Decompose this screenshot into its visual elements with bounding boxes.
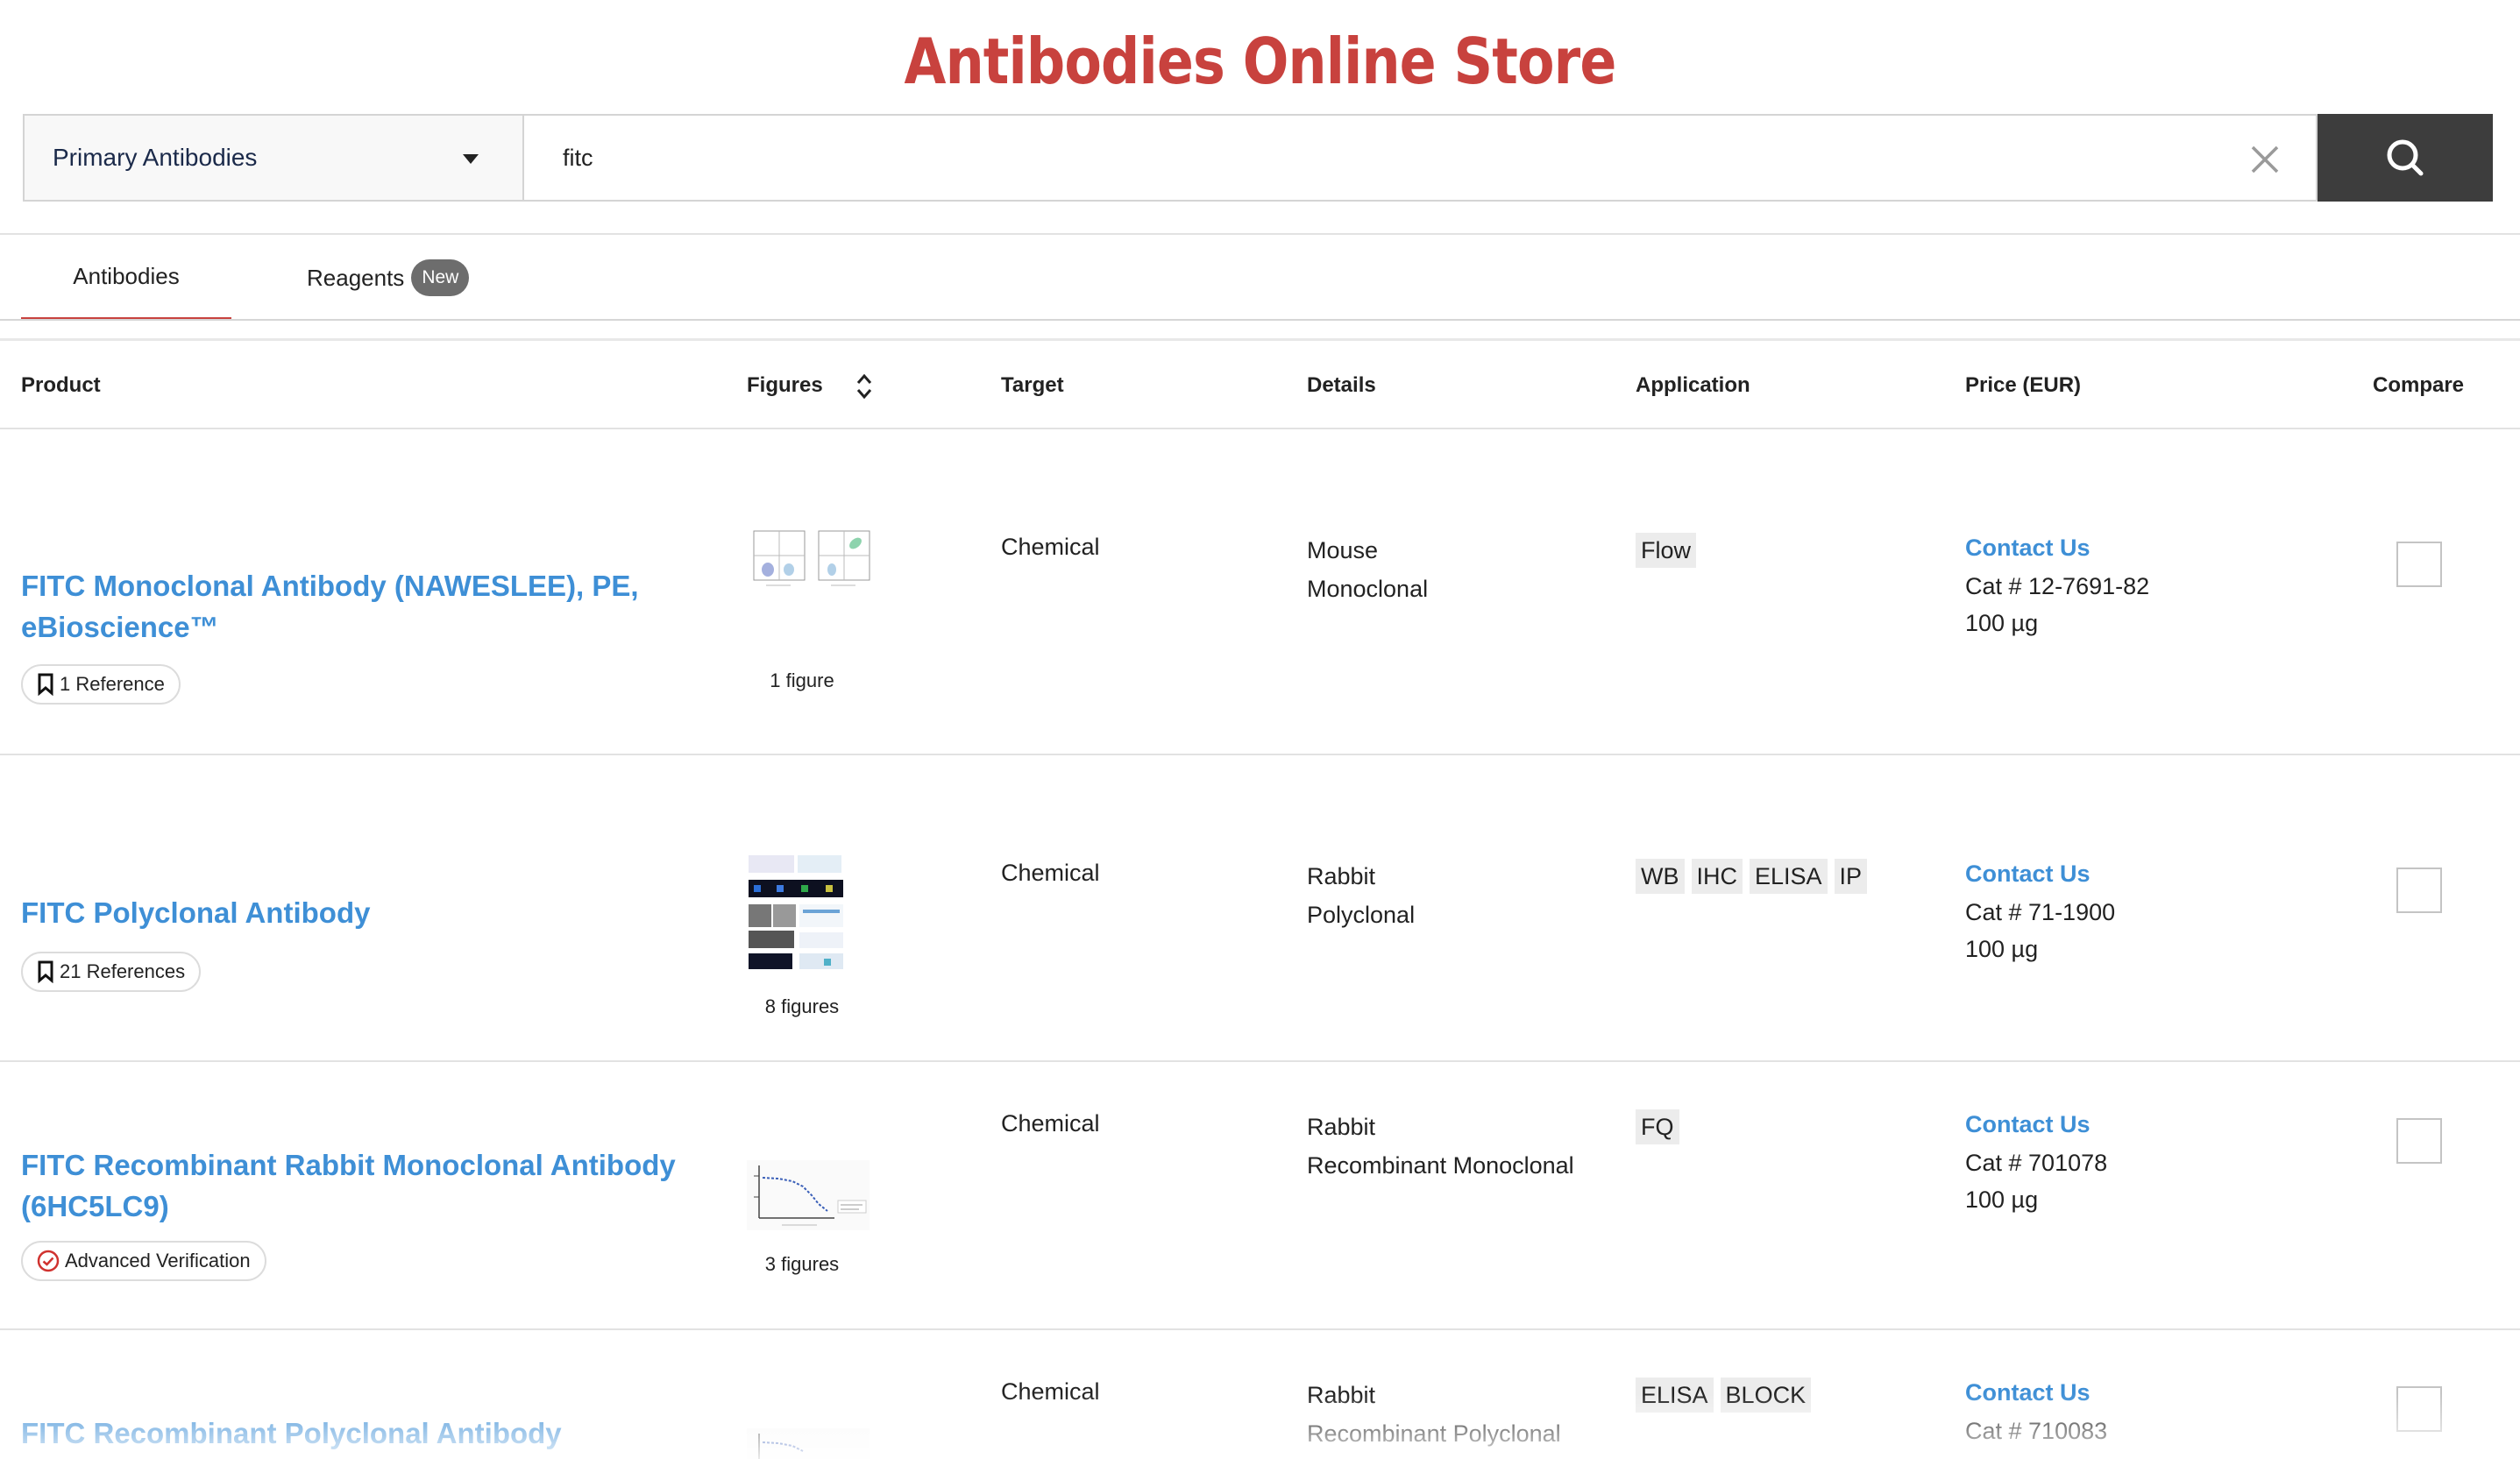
application-tag: Flow	[1636, 533, 1697, 568]
application-tags: ELISA BLOCK	[1636, 1378, 1812, 1413]
host-species: Rabbit	[1307, 1114, 1376, 1140]
application-tag: FQ	[1636, 1109, 1679, 1144]
category-dropdown-label: Primary Antibodies	[53, 144, 258, 171]
product-name-line: eBioscience™	[21, 611, 219, 643]
table-row: FITC Recombinant Polyclonal Antibody Che…	[0, 1330, 2520, 1459]
references-label: 1 Reference	[60, 673, 165, 695]
product-size: 100 µg	[1965, 936, 2039, 962]
contact-us-link[interactable]: Contact Us	[1965, 861, 2091, 888]
compare-checkbox[interactable]	[2396, 542, 2442, 587]
application-tags: WB IHC ELISA IP	[1636, 859, 1868, 894]
figure-count[interactable]: 3 figures	[701, 1253, 903, 1276]
table-header: Product Figures Target Details Applicati…	[0, 342, 2520, 429]
site-title: Antibodies Online Store	[904, 25, 1617, 98]
figure-count[interactable]: 8 figures	[701, 995, 903, 1018]
search-button[interactable]	[2318, 114, 2493, 202]
application-tag: WB	[1636, 859, 1685, 894]
verification-label: Advanced Verification	[65, 1250, 251, 1271]
search-field-container	[522, 114, 2318, 202]
references-badge[interactable]: 1 Reference	[21, 664, 181, 705]
clonality: Recombinant Monoclonal	[1307, 1152, 1574, 1179]
catalog-number: Cat # 701078	[1965, 1150, 2108, 1176]
product-link[interactable]: FITC Recombinant Polyclonal Antibody	[21, 1413, 687, 1454]
clear-search-icon[interactable]	[2247, 142, 2282, 177]
product-name-line: FITC Polyclonal Antibody	[21, 896, 371, 929]
contact-us-link[interactable]: Contact Us	[1965, 1111, 2091, 1138]
verification-badge[interactable]: Advanced Verification	[21, 1241, 266, 1281]
host-species: Rabbit	[1307, 1382, 1376, 1408]
table-row: FITC Polyclonal Antibody 21 References 8…	[0, 755, 2520, 1062]
sort-icon[interactable]	[855, 372, 873, 401]
figure-thumbnail[interactable]	[747, 1428, 870, 1459]
target-value: Chemical	[1001, 1378, 1100, 1405]
tab-antibodies-label: Antibodies	[73, 262, 180, 289]
application-tag: BLOCK	[1720, 1378, 1812, 1413]
contact-us-link[interactable]: Contact Us	[1965, 535, 2091, 562]
references-label: 21 References	[60, 960, 186, 982]
new-badge: New	[411, 259, 470, 296]
column-header-figures[interactable]: Figures	[747, 373, 823, 398]
product-link[interactable]: FITC Polyclonal Antibody	[21, 892, 687, 933]
bookmark-icon	[38, 673, 53, 696]
category-dropdown[interactable]: Primary Antibodies	[23, 114, 522, 202]
application-tags: FQ	[1636, 1109, 1679, 1144]
host-species: Rabbit	[1307, 863, 1376, 889]
column-header-target: Target	[1001, 373, 1064, 397]
application-tags: Flow	[1636, 533, 1697, 568]
clonality: Monoclonal	[1307, 576, 1429, 602]
target-value: Chemical	[1001, 860, 1100, 886]
tab-antibodies[interactable]: Antibodies	[21, 235, 231, 321]
column-header-details: Details	[1307, 373, 1376, 397]
compare-checkbox[interactable]	[2396, 868, 2442, 913]
product-name-line: (6HC5LC9)	[21, 1190, 169, 1222]
product-size: 100 µg	[1965, 610, 2039, 636]
product-link[interactable]: FITC Monoclonal Antibody (NAWESLEE), PE,…	[21, 565, 687, 648]
application-tag: IP	[1834, 859, 1868, 894]
product-name-line: FITC Recombinant Rabbit Monoclonal Antib…	[21, 1149, 676, 1181]
search-icon	[2387, 139, 2424, 176]
contact-us-link[interactable]: Contact Us	[1965, 1379, 2091, 1406]
result-tabs: Antibodies Reagents New	[0, 235, 2520, 321]
search-input[interactable]	[524, 116, 2190, 200]
references-badge[interactable]: 21 References	[21, 952, 202, 992]
target-value: Chemical	[1001, 1110, 1100, 1137]
catalog-number: Cat # 71-1900	[1965, 899, 2116, 925]
figure-thumbnail[interactable]	[747, 528, 871, 591]
clonality: Polyclonal	[1307, 902, 1416, 928]
application-tag: ELISA	[1636, 1378, 1714, 1413]
figure-thumbnail[interactable]	[747, 1160, 870, 1230]
product-name-line: FITC Recombinant Polyclonal Antibody	[21, 1417, 562, 1449]
bookmark-icon	[38, 960, 53, 983]
column-header-product: Product	[21, 373, 101, 397]
application-tag: ELISA	[1750, 859, 1828, 894]
product-name-line: FITC Monoclonal Antibody (NAWESLEE), PE,	[21, 570, 639, 602]
catalog-number: Cat # 12-7691-82	[1965, 573, 2150, 599]
search-bar: Primary Antibodies	[23, 114, 2493, 202]
application-tag: IHC	[1691, 859, 1743, 894]
clonality: Recombinant Polyclonal	[1307, 1420, 1561, 1447]
column-header-price: Price (EUR)	[1965, 373, 2082, 397]
divider	[0, 319, 2520, 321]
figure-count[interactable]: 1 figure	[701, 669, 903, 692]
product-link[interactable]: FITC Recombinant Rabbit Monoclonal Antib…	[21, 1144, 687, 1227]
figure-thumbnail[interactable]	[747, 853, 845, 976]
verified-check-icon	[37, 1250, 60, 1272]
product-size: 100 µg	[1965, 1186, 2039, 1213]
column-header-application: Application	[1636, 373, 1750, 397]
tab-reagents-label: Reagents	[307, 264, 405, 291]
catalog-number: Cat # 710083	[1965, 1418, 2108, 1444]
column-header-compare: Compare	[2373, 373, 2465, 397]
compare-checkbox[interactable]	[2396, 1118, 2442, 1164]
table-row: FITC Recombinant Rabbit Monoclonal Antib…	[0, 1062, 2520, 1330]
target-value: Chemical	[1001, 534, 1100, 560]
divider	[0, 338, 2520, 341]
host-species: Mouse	[1307, 537, 1379, 563]
caret-down-icon	[463, 154, 479, 164]
compare-checkbox[interactable]	[2396, 1386, 2442, 1432]
table-row: FITC Monoclonal Antibody (NAWESLEE), PE,…	[0, 431, 2520, 755]
tab-reagents[interactable]: Reagents New	[307, 235, 470, 321]
